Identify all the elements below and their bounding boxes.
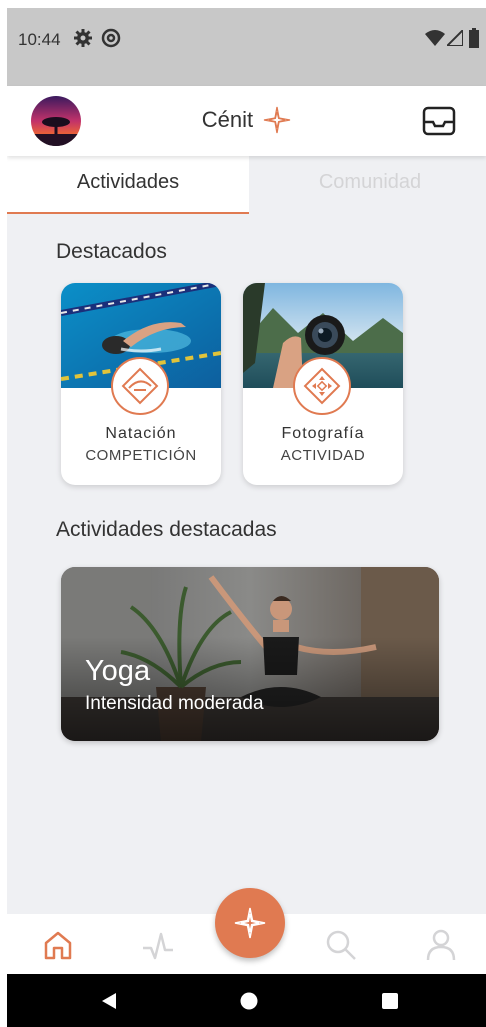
battery-icon xyxy=(469,28,479,48)
activity-title: Yoga xyxy=(85,655,151,687)
brand-title: Cénit xyxy=(7,106,486,134)
tab-bar: Actividades Comunidad xyxy=(7,156,486,214)
settings-gear-icon xyxy=(74,29,92,47)
status-time: 10:44 xyxy=(18,30,61,49)
activity-card-yoga[interactable]: Yoga Intensidad moderada xyxy=(61,567,439,741)
featured-section-title: Destacados xyxy=(56,240,167,263)
activities-section-title: Actividades destacadas xyxy=(56,518,277,541)
activity-pulse-icon[interactable] xyxy=(141,928,175,962)
card-title: Natación xyxy=(105,425,177,442)
system-nav-bar xyxy=(7,974,486,1027)
activity-subtitle: Intensidad moderada xyxy=(85,693,264,714)
profile-icon[interactable] xyxy=(424,928,458,962)
status-bar: 10:44 xyxy=(7,8,486,86)
featured-card-natacion[interactable]: Natación COMPETICIÓN xyxy=(61,283,221,485)
focus-diamond-icon xyxy=(293,357,351,415)
featured-card-fotografia[interactable]: Fotografía ACTIVIDAD xyxy=(243,283,403,485)
compass-star-button[interactable] xyxy=(215,888,285,958)
inbox-icon[interactable] xyxy=(421,105,457,137)
compass-star-icon xyxy=(234,907,266,939)
tab-actividades[interactable]: Actividades xyxy=(7,156,249,214)
wifi-icon xyxy=(425,30,445,46)
card-subtitle: ACTIVIDAD xyxy=(280,447,366,464)
swim-wave-icon xyxy=(111,357,169,415)
back-icon[interactable] xyxy=(100,992,118,1010)
home-button-icon[interactable] xyxy=(240,992,258,1010)
search-icon[interactable] xyxy=(324,928,358,962)
sync-icon xyxy=(101,28,121,48)
recents-icon[interactable] xyxy=(381,992,399,1010)
compass-star-icon xyxy=(264,107,291,134)
card-subtitle: COMPETICIÓN xyxy=(85,447,197,464)
home-icon[interactable] xyxy=(41,928,75,962)
brand-name: Cénit xyxy=(201,107,254,133)
app-screen: 10:44 Cénit Actividades Comunidad Destac… xyxy=(7,8,486,1027)
signal-icon xyxy=(447,30,463,46)
card-title: Fotografía xyxy=(281,425,365,442)
app-header: Cénit xyxy=(7,86,486,156)
tab-comunidad[interactable]: Comunidad xyxy=(249,156,486,214)
